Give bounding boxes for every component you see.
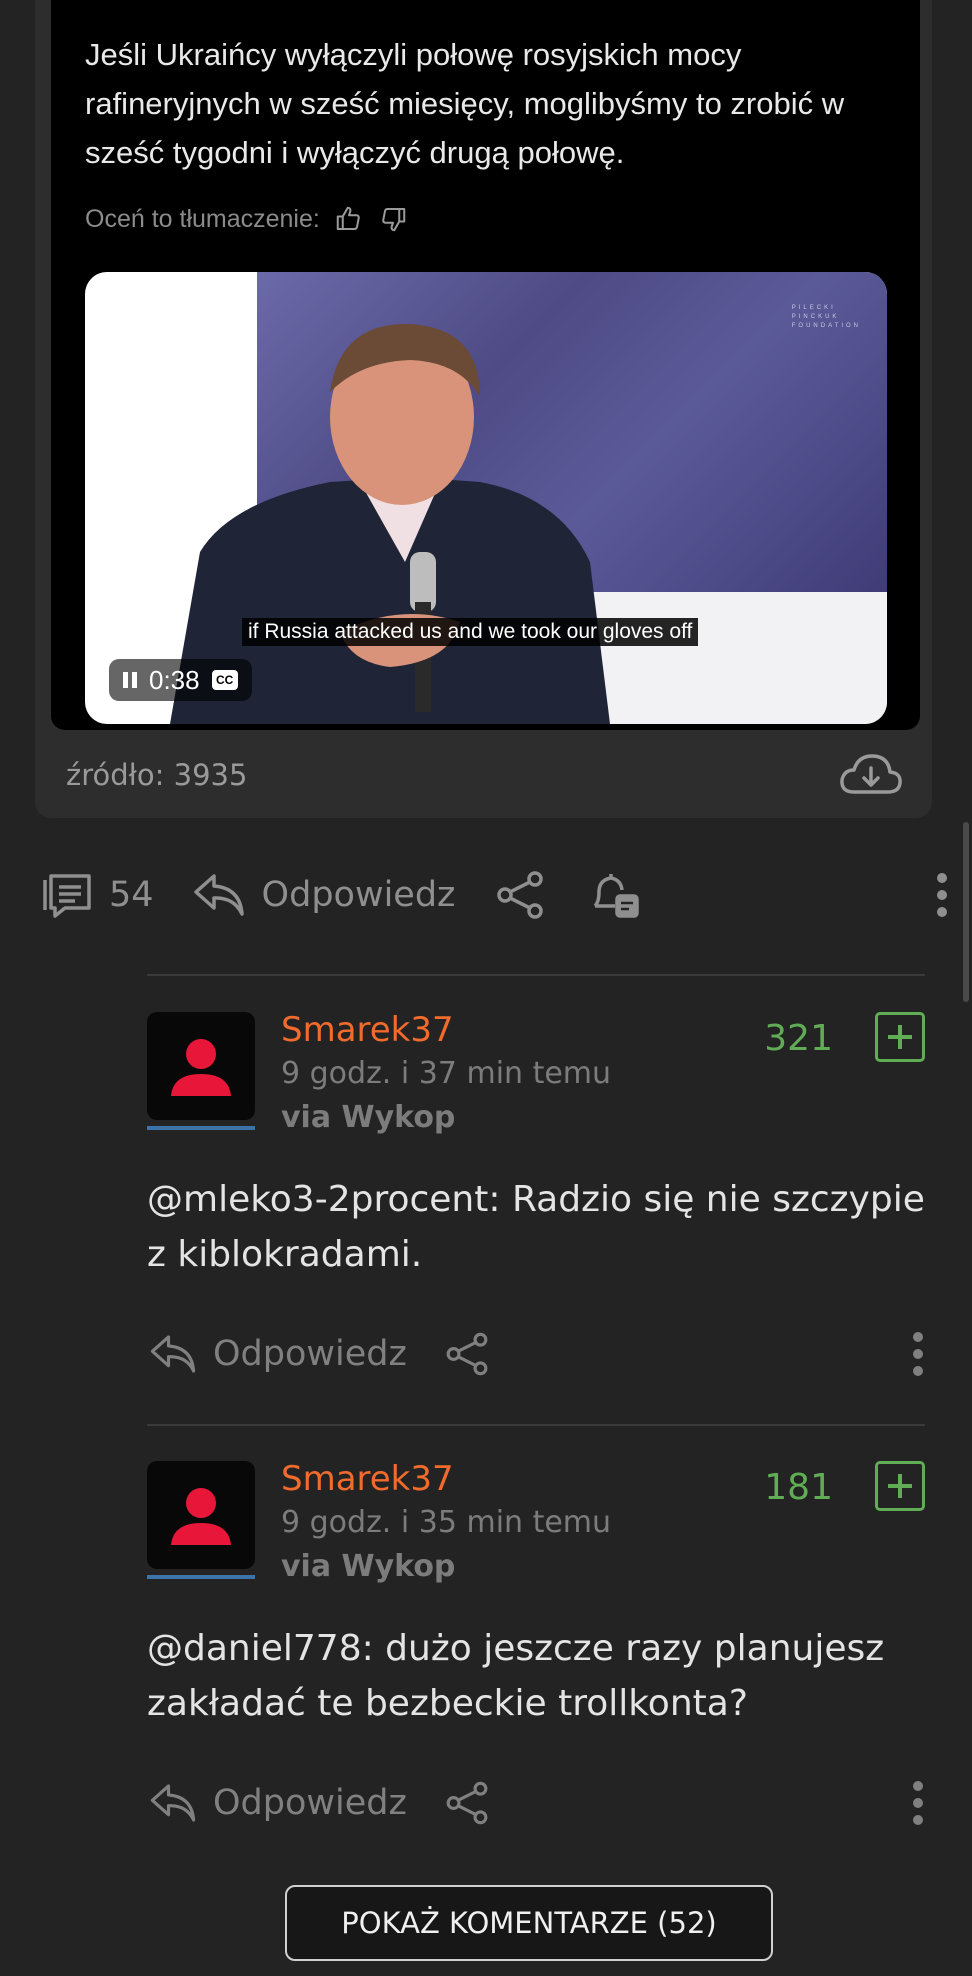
scrollbar[interactable] [963,822,969,1002]
user-icon [171,1039,231,1096]
comment-actions: Odpowiedz [147,1330,925,1378]
reply-icon [150,1784,196,1822]
show-comments-button[interactable]: POKAŻ KOMENTARZE (52) [285,1885,773,1961]
captions-icon[interactable]: CC [211,670,238,690]
comments-count: 54 [109,875,154,915]
reply-button[interactable]: Odpowiedz [147,1779,407,1827]
comment-time: 9 godz. i 37 min temu [281,1056,612,1091]
reply-icon [193,874,244,916]
comment-text: @daniel778: dużo jeszcze razy planujesz … [147,1628,885,1724]
tweet-text: Jeśli Ukraińcy wyłączyli połowę rosyjski… [85,37,845,170]
comment-time: 9 godz. i 35 min temu [281,1505,612,1540]
comment-actions: Odpowiedz [147,1779,925,1827]
video-subtitle: if Russia attacked us and we took our gl… [242,618,699,646]
share-button[interactable] [491,870,549,920]
reply-icon [150,1335,196,1373]
share-button[interactable] [441,1330,493,1378]
comment-score: 181 [764,1467,833,1508]
comment-author[interactable]: Smarek37 [281,1459,454,1499]
more-options-icon[interactable] [911,1329,925,1379]
plus-vote-icon[interactable] [875,1461,925,1511]
video-player[interactable]: PILECKI PINCKUK FOUNDATION if Russia att… [85,272,887,724]
comment-via: via Wykop [281,1100,456,1135]
avatar[interactable] [147,1461,255,1569]
comment-divider [147,1424,925,1426]
thumbs-up-icon[interactable] [334,204,364,234]
video-controls: 0:38 CC [109,659,252,701]
rate-label: Oceń to tłumaczenie: [85,204,320,233]
avatar-underline [147,1126,255,1130]
comment-author[interactable]: Smarek37 [281,1010,454,1050]
avatar-underline [147,1575,255,1579]
reply-button[interactable]: Odpowiedz [147,1330,407,1378]
bell-icon [594,874,640,918]
share-button[interactable] [441,1779,493,1827]
reply-label: Odpowiedz [213,1783,407,1823]
reply-label: Odpowiedz [213,1334,407,1374]
pause-icon[interactable] [123,672,137,688]
comment-divider [147,974,925,976]
more-options-icon[interactable] [911,1778,925,1828]
share-icon [446,1781,488,1825]
comments-button[interactable]: 54 [37,870,154,920]
share-icon [497,871,544,919]
cloud-download-icon[interactable] [838,752,904,800]
notify-button[interactable] [585,870,643,920]
reply-button[interactable]: Odpowiedz [190,870,456,920]
comment-via: via Wykop [281,1549,456,1584]
more-options-icon[interactable] [935,870,949,920]
avatar[interactable] [147,1012,255,1120]
reply-label: Odpowiedz [261,875,456,915]
rate-translation: Oceń to tłumaczenie: [85,204,408,234]
post-actions-bar: 54 Odpowiedz [37,864,949,926]
thumbs-down-icon[interactable] [378,204,408,234]
share-icon [446,1332,488,1376]
source-label[interactable]: źródło: 3935 [66,758,247,792]
comment-text: @mleko3-2procent: Radzio się nie szczypi… [147,1179,925,1275]
user-icon [171,1488,231,1545]
video-watermark: PILECKI PINCKUK FOUNDATION [791,305,861,329]
plus-vote-icon[interactable] [875,1012,925,1062]
comments-icon [43,874,91,918]
video-time: 0:38 [149,664,200,695]
comment-score: 321 [764,1018,833,1059]
